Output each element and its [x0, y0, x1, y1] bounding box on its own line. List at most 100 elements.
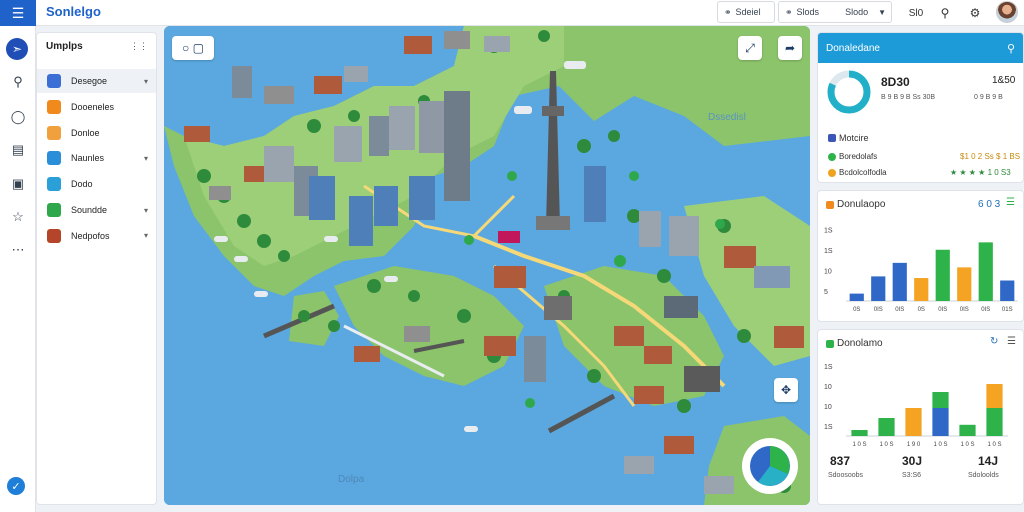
sidebar-item-3[interactable]: Donloe — [37, 121, 156, 145]
expand-icon[interactable]: ⤢ — [738, 36, 762, 60]
chart1-bar — [871, 276, 886, 301]
chart2-bar-segment — [905, 408, 922, 436]
chart1-x-tick: 0IS — [938, 307, 947, 313]
donut-chart — [827, 70, 871, 114]
summary-title: Donaledane — [826, 42, 880, 54]
check-icon[interactable]: ✓ — [7, 477, 25, 495]
chart1-bar — [978, 242, 993, 301]
location-value: Slodo — [845, 7, 869, 17]
stat-2-value: 30J — [902, 454, 923, 468]
water-icon — [47, 151, 61, 166]
star-nav-icon[interactable]: ☆ — [8, 207, 28, 227]
chart1-x-tick: 01S — [1002, 307, 1013, 313]
more-nav-icon[interactable]: ⋯ — [8, 240, 28, 260]
avatar[interactable] — [996, 1, 1018, 23]
sidebar-item-label: Naunles — [71, 153, 105, 164]
chart1-bar — [849, 293, 864, 301]
chart2-icon — [826, 339, 834, 348]
main-value: 8D30 — [881, 75, 910, 89]
side-sub: 0 9 B 9 B — [974, 94, 1003, 101]
green-doc-icon — [47, 203, 61, 217]
chart1-x-tick: 0IS — [960, 307, 969, 313]
summary-card: Donaledane ⚲ 8D30 B 9 B 9 B Ss 30B 1&50 … — [817, 32, 1024, 183]
chart2-bar-segment — [851, 430, 868, 436]
chart-card-1: Donulaopo 6 0 3 ☰ 1S 1S 10 5 0S 0IS 0IS 0S 0IS 0I… — [817, 190, 1024, 322]
summary-header: Donaledane ⚲ — [818, 33, 1023, 63]
pin-icon-2: ⚭ — [785, 6, 793, 17]
chart2-bar-segment — [986, 408, 1003, 436]
chart1-x-tick: 0S — [853, 307, 860, 313]
sidebar-item-2[interactable]: Dooeneles — [37, 95, 156, 119]
sidebar-item-7[interactable]: Nedpofos ▾ — [37, 224, 156, 248]
app-logo-icon[interactable]: ☰ — [0, 0, 36, 26]
map-canvas[interactable] — [164, 26, 810, 505]
share-icon[interactable]: ➦ — [778, 36, 802, 60]
navigate-icon[interactable]: ✥ — [774, 378, 798, 402]
chevron-down-icon[interactable]: ▾ — [144, 77, 148, 86]
folder-icon — [47, 125, 61, 140]
globe-icon — [47, 177, 61, 192]
chart1-icon — [826, 200, 834, 209]
chart1-bar — [957, 267, 972, 301]
chart2-link-icon[interactable]: ↻ — [990, 336, 998, 347]
sidebar-item-1[interactable]: Desegoe ▾ — [37, 69, 156, 93]
chevron-down-icon[interactable]: ▾ — [144, 231, 148, 240]
sidebar-item-label: Donloe — [71, 127, 100, 138]
location-toggle[interactable]: ○ ▢ — [172, 36, 214, 60]
sidebar-item-label: Soundde — [71, 205, 108, 215]
sidebar-item-label: Dodo — [71, 179, 93, 190]
chart2-y-tick: 10 — [824, 384, 832, 391]
chart1-bar — [935, 249, 950, 301]
chevron-down-icon: ▼ — [878, 7, 887, 17]
search-box[interactable]: ⚭ Sdeiel — [717, 1, 775, 23]
chart1-y-tick: 10 — [824, 268, 832, 275]
grip-icon[interactable]: ⋮⋮ — [130, 41, 148, 52]
chart2-x-tick: 1 0 S — [852, 442, 866, 448]
chart2-y-tick: 10 — [824, 404, 832, 411]
sidebar-item-5[interactable]: Dodo — [37, 172, 156, 196]
legend-row-1-label: Boredolafs — [839, 152, 878, 161]
location-label: Slods — [796, 7, 820, 17]
search-icon-2[interactable]: ⚲ — [1007, 42, 1015, 55]
chart2-title: Donolamo — [837, 338, 883, 349]
chart1-value: 6 0 3 — [978, 199, 1001, 210]
briefcase-nav-icon[interactable]: ▣ — [8, 174, 28, 194]
location-nav-icon[interactable]: ◯ — [8, 107, 28, 127]
chart2-header: Donolamo — [826, 338, 883, 349]
chart1-filter-icon[interactable]: ☰ — [1006, 197, 1015, 208]
layers-sidebar: Umplps ⋮⋮ Desegoe ▾ Dooeneles Donloe Naunles… — [36, 32, 157, 505]
map-view[interactable]: ○ ▢ ⤢ ➦ ✥ Dolpa Dssedisl — [164, 26, 810, 505]
side-value: 1&50 — [992, 75, 1016, 86]
legend-row-2: Bcdolcolfodla — [828, 168, 887, 177]
chart1-bar — [914, 278, 929, 301]
chart1-y-tick: 1S — [824, 248, 833, 255]
map-water-label: Dssedisl — [708, 112, 746, 123]
main-sub: B 9 B 9 B Ss 30B — [881, 94, 936, 101]
chart1-x-tick: 0IS — [981, 307, 990, 313]
chart1-y-tick: 5 — [824, 289, 828, 296]
chart1-x-tick: 0IS — [895, 307, 904, 313]
bell-icon[interactable]: ⚙ — [965, 3, 985, 23]
legend-row-2-value: ★ ★ ★ ★ 1 0 S3 — [950, 168, 1011, 177]
chevron-down-icon[interactable]: ▾ — [144, 206, 148, 215]
search-icon[interactable]: ⚲ — [935, 3, 955, 23]
stat-3-sub: Sdoloolds — [968, 472, 999, 479]
chart1-x-tick: 0IS — [874, 307, 883, 313]
search-box-label: Sdeiel — [735, 7, 761, 17]
search-nav-icon[interactable]: ⚲ — [8, 72, 28, 92]
map-bottom-label: Dolpa — [338, 474, 365, 485]
sidebar-item-6[interactable]: Soundde ▾ — [37, 198, 156, 222]
chart2-menu-icon[interactable]: ☰ — [1007, 336, 1016, 347]
chart1-plot: 1S 1S 10 5 0S 0IS 0IS 0S 0IS 0IS 0IS 01S — [824, 227, 1018, 313]
layers-nav-icon[interactable]: ▤ — [8, 140, 28, 160]
sidebar-item-4[interactable]: Naunles ▾ — [37, 146, 156, 170]
compass-icon[interactable]: ➣ — [6, 38, 28, 60]
chart2-x-tick: 1 0 S — [879, 442, 893, 448]
chart2-bar-segment — [932, 392, 949, 408]
chart2-y-tick: 1S — [824, 364, 833, 371]
chart2-bar-segment — [878, 418, 895, 436]
chevron-down-icon[interactable]: ▾ — [144, 154, 148, 163]
location-select[interactable]: ⚭ Slods Slodo ▼ — [778, 1, 892, 23]
code-label[interactable]: Sl0 — [903, 3, 929, 23]
layers-icon — [47, 74, 61, 88]
